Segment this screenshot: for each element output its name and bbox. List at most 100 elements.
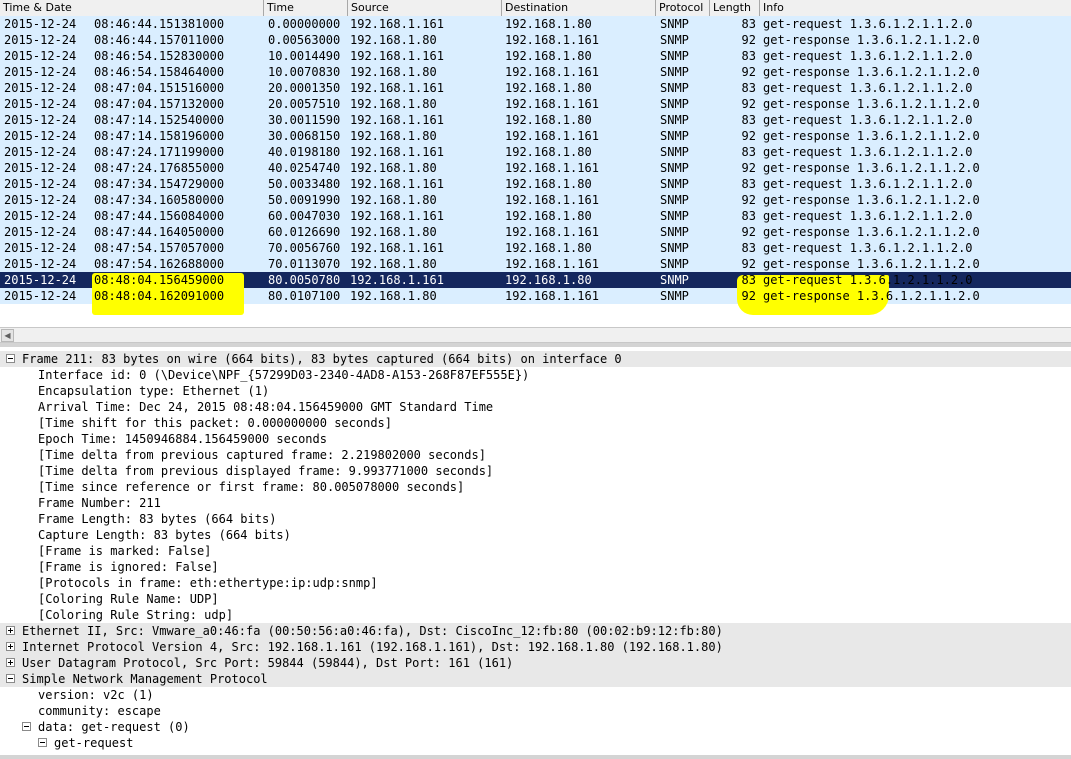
column-header-time-date[interactable]: Time & Date [0,0,264,16]
info-cell: get-request 1.3.6.1.2.1.1.2.0 [763,209,973,223]
info-cell: get-response 1.3.6.1.2.1.1.2.0 [763,129,980,143]
packet-list[interactable]: Time & Date Time Source Destination Prot… [0,0,1071,327]
column-header-protocol[interactable]: Protocol [656,0,710,16]
time-cell: 0.00000000 [268,17,341,31]
date-cell: 2015-12-24 [4,33,77,47]
collapse-minus-icon[interactable] [6,674,15,683]
detail-tree-item[interactable]: Interface id: 0 (\Device\NPF_{57299D03-2… [0,367,1071,383]
destination-cell: 192.168.1.80 [505,81,592,95]
detail-tree-section[interactable]: Simple Network Management Protocol [0,671,1071,687]
column-header-time[interactable]: Time [264,0,348,16]
packet-row[interactable]: 2015-12-24 08:47:44.164050000 60.0126690 19… [0,224,1071,240]
detail-tree-item[interactable]: [Frame is marked: False] [0,543,1071,559]
packet-row[interactable]: 2015-12-24 08:47:04.151516000 20.0001350 19… [0,80,1071,96]
detail-tree-item[interactable]: version: v2c (1) [0,687,1071,703]
packet-row[interactable]: 2015-12-24 08:47:54.162688000 70.0113070 19… [0,256,1071,272]
detail-tree-text: [Coloring Rule Name: UDP] [38,592,219,606]
detail-tree-item[interactable]: [Time delta from previous displayed fram… [0,463,1071,479]
protocol-cell: SNMP [660,97,689,111]
packet-list-horizontal-scrollbar[interactable]: ◀ [0,327,1071,343]
column-header-destination[interactable]: Destination [502,0,656,16]
packet-row[interactable]: 2015-12-24 08:46:44.151381000 0.00000000 19… [0,16,1071,32]
detail-tree-item[interactable]: Frame Number: 211 [0,495,1071,511]
detail-tree-item[interactable]: [Time shift for this packet: 0.000000000… [0,415,1071,431]
clock-cell: 08:47:24.171199000 [94,145,225,159]
protocol-cell: SNMP [660,193,689,207]
packet-details-pane[interactable]: Frame 211: 83 bytes on wire (664 bits), … [0,343,1071,759]
time-cell: 70.0056760 [268,241,341,255]
detail-tree-item[interactable]: Capture Length: 83 bytes (664 bits) [0,527,1071,543]
packet-row[interactable]: 2015-12-24 08:46:54.152830000 10.0014490 19… [0,48,1071,64]
clock-cell: 08:47:54.162688000 [94,257,225,271]
packet-row[interactable]: 2015-12-24 08:46:44.157011000 0.00563000 19… [0,32,1071,48]
expand-plus-icon[interactable] [6,658,15,667]
collapse-minus-icon[interactable] [6,354,15,363]
clock-cell: 08:46:44.151381000 [94,17,225,31]
detail-tree-item[interactable]: community: escape [0,703,1071,719]
source-cell: 192.168.1.161 [350,177,444,191]
source-cell: 192.168.1.80 [350,161,437,175]
destination-cell: 192.168.1.161 [505,33,599,47]
length-cell: 83 [741,49,756,63]
length-cell: 92 [741,97,756,111]
detail-tree-text: version: v2c (1) [38,688,154,702]
pane-splitter[interactable] [0,755,1071,759]
length-cell: 83 [741,177,756,191]
packet-row[interactable]: 2015-12-24 08:47:34.154729000 50.0033480 19… [0,176,1071,192]
detail-tree-item[interactable]: [Time since reference or first frame: 80… [0,479,1071,495]
detail-tree-text: Frame 211: 83 bytes on wire (664 bits), … [22,352,622,366]
time-cell: 80.0050780 [268,273,341,287]
expand-plus-icon[interactable] [6,626,15,635]
detail-tree-item[interactable]: [Coloring Rule String: udp] [0,607,1071,623]
destination-cell: 192.168.1.161 [505,65,599,79]
detail-tree-item[interactable]: get-request [0,735,1071,751]
detail-tree-item[interactable]: [Coloring Rule Name: UDP] [0,591,1071,607]
detail-tree-item[interactable]: data: get-request (0) [0,719,1071,735]
destination-cell: 192.168.1.161 [505,257,599,271]
detail-tree-item[interactable]: [Protocols in frame: eth:ethertype:ip:ud… [0,575,1071,591]
scroll-left-arrow-icon[interactable]: ◀ [1,329,14,342]
packet-row[interactable]: 2015-12-24 08:47:14.152540000 30.0011590 19… [0,112,1071,128]
destination-cell: 192.168.1.161 [505,289,599,303]
detail-tree-section[interactable]: Ethernet II, Src: Vmware_a0:46:fa (00:50… [0,623,1071,639]
column-header-info[interactable]: Info [760,0,1071,16]
clock-cell: 08:47:54.157057000 [94,241,225,255]
packet-row[interactable]: 2015-12-24 08:47:44.156084000 60.0047030 19… [0,208,1071,224]
detail-tree-item[interactable]: Encapsulation type: Ethernet (1) [0,383,1071,399]
packet-row[interactable]: 2015-12-24 08:47:24.171199000 40.0198180 19… [0,144,1071,160]
source-cell: 192.168.1.161 [350,17,444,31]
collapse-minus-icon[interactable] [22,722,31,731]
detail-tree-section[interactable]: Frame 211: 83 bytes on wire (664 bits), … [0,351,1071,367]
detail-tree-section[interactable]: User Datagram Protocol, Src Port: 59844 … [0,655,1071,671]
packet-row[interactable]: 2015-12-24 08:47:24.176855000 40.0254740 19… [0,160,1071,176]
detail-tree-item[interactable]: Epoch Time: 1450946884.156459000 seconds [0,431,1071,447]
detail-tree-text: [Time shift for this packet: 0.000000000… [38,416,393,430]
date-cell: 2015-12-24 [4,81,77,95]
detail-tree-text: Interface id: 0 (\Device\NPF_{57299D03-2… [38,368,530,382]
collapse-minus-icon[interactable] [38,738,47,747]
detail-tree-text: [Protocols in frame: eth:ethertype:ip:ud… [38,576,378,590]
clock-cell: 08:47:44.156084000 [94,209,225,223]
detail-tree-item[interactable]: Frame Length: 83 bytes (664 bits) [0,511,1071,527]
detail-tree-item[interactable]: [Time delta from previous captured frame… [0,447,1071,463]
destination-cell: 192.168.1.80 [505,273,592,287]
detail-tree-section[interactable]: Internet Protocol Version 4, Src: 192.16… [0,639,1071,655]
packet-row[interactable]: 2015-12-24 08:47:04.157132000 20.0057510 19… [0,96,1071,112]
packet-row[interactable]: 2015-12-24 08:47:14.158196000 30.0068150 19… [0,128,1071,144]
source-cell: 192.168.1.80 [350,129,437,143]
detail-tree-item[interactable]: Arrival Time: Dec 24, 2015 08:48:04.1564… [0,399,1071,415]
packet-row[interactable]: 2015-12-24 08:47:54.157057000 70.0056760 19… [0,240,1071,256]
destination-cell: 192.168.1.161 [505,161,599,175]
source-cell: 192.168.1.161 [350,113,444,127]
detail-tree-item[interactable]: [Frame is ignored: False] [0,559,1071,575]
destination-cell: 192.168.1.161 [505,193,599,207]
date-cell: 2015-12-24 [4,97,77,111]
column-header-length[interactable]: Length [710,0,760,16]
column-header-source[interactable]: Source [348,0,502,16]
protocol-cell: SNMP [660,145,689,159]
clock-cell: 08:48:04.156459000 [94,273,225,287]
packet-row[interactable]: 2015-12-24 08:46:54.158464000 10.0070830 19… [0,64,1071,80]
packet-row[interactable]: 2015-12-24 08:47:34.160580000 50.0091990 19… [0,192,1071,208]
date-cell: 2015-12-24 [4,113,77,127]
expand-plus-icon[interactable] [6,642,15,651]
